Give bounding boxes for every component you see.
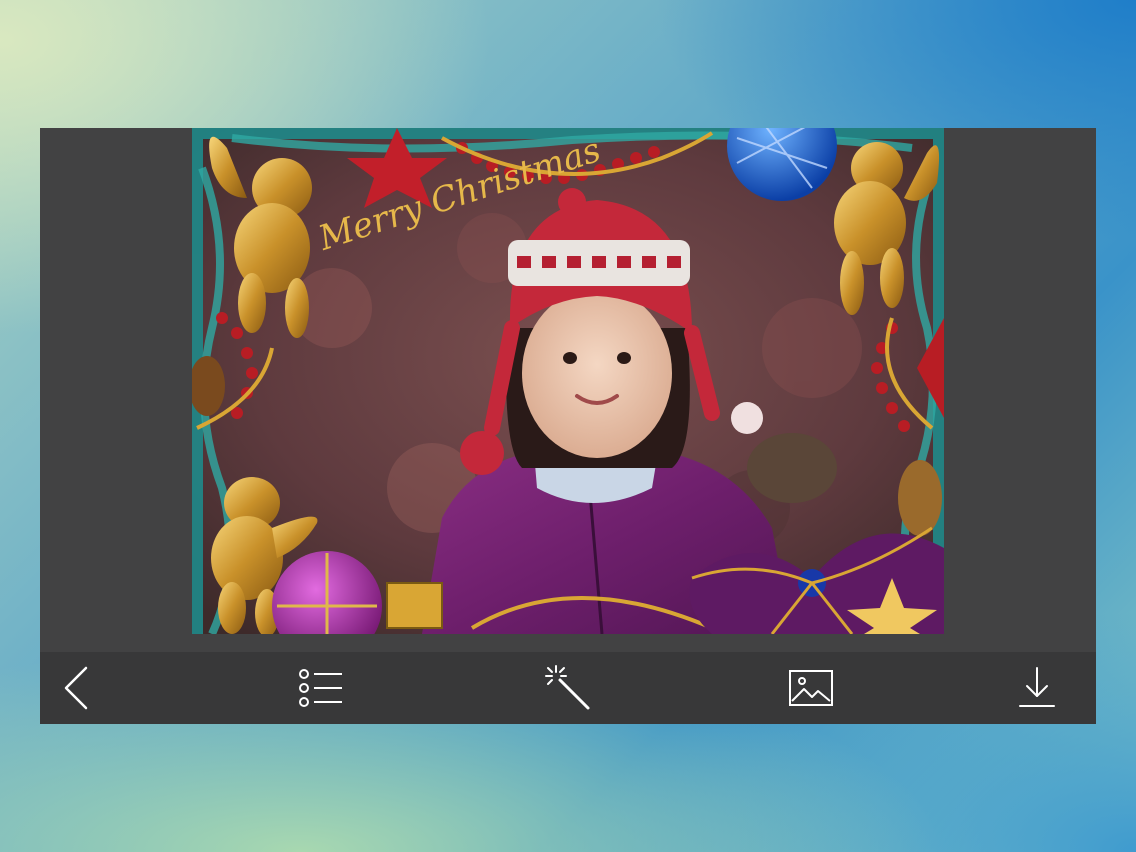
download-button[interactable]: [1005, 660, 1069, 716]
frames-list-button[interactable]: [290, 660, 354, 716]
effects-button[interactable]: [536, 660, 600, 716]
magic-wand-icon: [544, 664, 592, 712]
bottom-toolbar: [40, 652, 1096, 724]
canvas-area: Merry Christmas: [40, 128, 1096, 652]
back-button[interactable]: [44, 660, 108, 716]
chevron-left-icon: [60, 664, 92, 712]
framed-photo[interactable]: Merry Christmas: [192, 128, 944, 634]
list-icon: [298, 668, 346, 708]
gallery-button[interactable]: [779, 660, 843, 716]
image-icon: [788, 669, 834, 707]
editor-panel: Merry Christmas: [40, 128, 1096, 724]
download-icon: [1017, 666, 1057, 710]
